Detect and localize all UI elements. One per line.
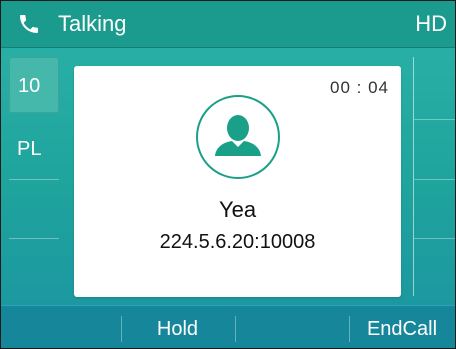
- softkey-bar: Hold EndCall: [1, 305, 455, 348]
- softkey-1[interactable]: [1, 306, 114, 348]
- divider: [414, 238, 455, 239]
- divider: [414, 179, 455, 180]
- hold-button[interactable]: Hold: [121, 306, 234, 348]
- divider: [9, 238, 59, 239]
- hd-badge: HD: [415, 11, 447, 36]
- call-state-label: Talking: [58, 11, 127, 36]
- contact-avatar-icon: [195, 94, 281, 180]
- caller-number: 224.5.6.20:10008: [159, 231, 316, 253]
- line-key-column: 10 PL: [9, 57, 59, 296]
- softkey-3[interactable]: [235, 306, 348, 348]
- divider: [414, 119, 455, 120]
- phone-screen: Talking HD 10 PL 00 : 04 Yea 224.5.6.20:…: [0, 0, 456, 349]
- phone-handset-icon: [17, 12, 41, 36]
- line-key-10[interactable]: 10: [9, 57, 59, 113]
- right-key-column: [413, 57, 455, 296]
- divider: [9, 179, 59, 180]
- call-duration: 00 : 04: [330, 78, 389, 97]
- line-key-pl[interactable]: PL: [9, 121, 59, 177]
- caller-name: Yea: [218, 197, 257, 222]
- end-call-button[interactable]: EndCall: [349, 306, 455, 348]
- call-info-card: 00 : 04 Yea 224.5.6.20:10008: [74, 66, 401, 297]
- status-bar: Talking HD: [1, 1, 455, 48]
